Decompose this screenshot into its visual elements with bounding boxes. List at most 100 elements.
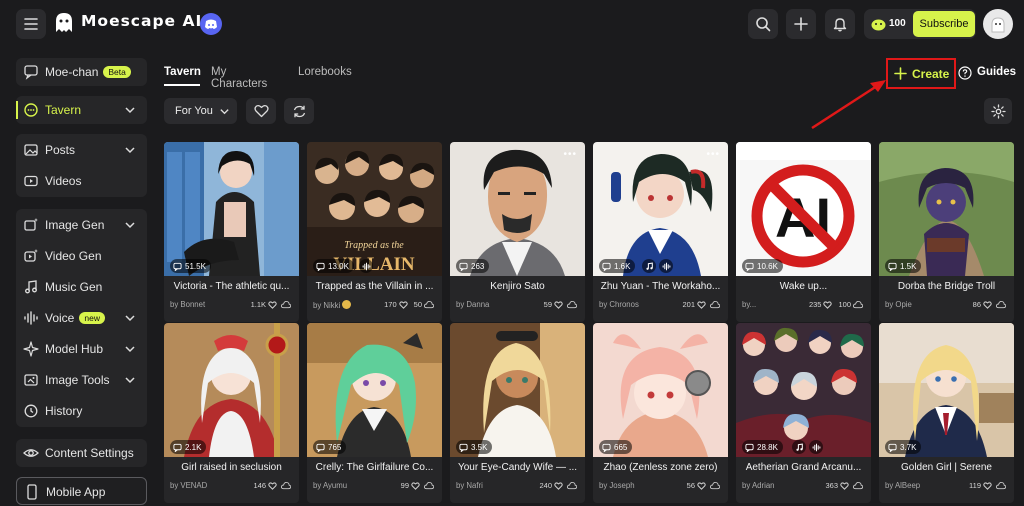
verified-badge-icon [342,300,352,309]
chevron-down-icon[interactable] [124,104,136,116]
logo-icon[interactable] [52,11,76,35]
character-card[interactable]: Trapped as the VILLAIN 13.0K Trapped as … [307,142,442,322]
coin-icon [871,17,886,31]
like-count: 86 [972,300,981,309]
subscribe-button[interactable]: Subscribe [913,11,975,37]
character-card[interactable]: 51.5K Victoria - The athletic qu... by B… [164,142,299,322]
sidebar-item-history[interactable]: History [16,397,147,425]
sidebar-item-video-gen[interactable]: Video Gen [16,242,147,270]
sidebar-item-label: Moe-chan [45,65,99,79]
voice-wave-icon [659,259,673,273]
card-author[interactable]: by VENAD [170,481,207,490]
chat-count-pill: 263 [456,259,490,273]
character-card[interactable]: 1.5K Dorba the Bridge Troll by Opie 86 [879,142,1014,322]
card-title: Zhu Yuan - The Workaho... [600,281,721,292]
sidebar-item-content-settings[interactable]: Content Settings [16,439,147,467]
card-title: Girl raised in seclusion [181,462,282,473]
card-author[interactable]: by Bonnet [170,300,205,309]
character-card[interactable]: ••• 263 Kenjiro Sato by Danna 59 [450,142,585,322]
like-count: 240 [539,481,552,490]
menu-icon[interactable] [16,9,46,39]
character-image [164,323,299,457]
cloud-icon [424,482,434,490]
cloud-icon [281,301,291,309]
chevron-down-icon[interactable] [124,343,136,355]
gear-icon[interactable] [984,98,1012,124]
video-sparkle-icon [23,248,39,264]
chat-count-pill: 51.5K [170,259,211,273]
chat-icon [602,262,611,271]
music-note-icon [642,259,656,273]
help-circle-icon[interactable] [958,66,972,80]
character-card[interactable]: 665 Zhao (Zenless zone zero) by Joseph 5… [593,323,728,503]
discord-icon[interactable] [200,13,222,35]
card-author[interactable]: by Joseph [599,481,635,490]
tab-tavern[interactable]: Tavern [164,66,201,78]
sidebar-item-image-tools[interactable]: Image Tools [16,366,147,394]
sidebar-item-mobile-app[interactable]: Mobile App [16,477,147,505]
sidebar-item-moe-chan[interactable]: Moe-chan Beta [16,58,147,86]
character-card[interactable]: AI 10.6K Wake up... by... 235 100 [736,142,871,322]
chat-count: 765 [328,442,342,452]
character-card[interactable]: 28.8K Aetherian Grand Arcanu... by Adria… [736,323,871,503]
extra-count: 100 [838,300,851,309]
chat-icon [602,443,611,452]
author-name: by Nikki [313,301,341,310]
sidebar-item-tavern[interactable]: Tavern [16,96,147,124]
card-author[interactable]: by Adrian [742,481,775,490]
chevron-down-icon[interactable] [124,374,136,386]
card-author[interactable]: by AlBeep [885,481,920,490]
cloud-icon [710,301,720,309]
character-card[interactable]: 2.1K Girl raised in seclusion by VENAD 1… [164,323,299,503]
card-author[interactable]: by Nikki [313,300,352,310]
card-stats: 235 100 [809,300,865,309]
card-author[interactable]: by Danna [456,300,489,309]
sidebar-item-image-gen[interactable]: Image Gen [16,211,147,239]
chevron-down-icon[interactable] [124,144,136,156]
avatar[interactable] [983,9,1013,39]
chevron-down-icon[interactable] [124,312,136,324]
sort-dropdown[interactable]: For You [164,98,237,124]
search-icon[interactable] [748,9,778,39]
card-author[interactable]: by Chronos [599,300,639,309]
sidebar-item-videos[interactable]: Videos [16,167,147,195]
chat-count: 51.5K [185,261,206,271]
sidebar-item-model-hub[interactable]: Model Hub [16,335,147,363]
card-title: Dorba the Bridge Troll [897,281,996,292]
image-sparkle-icon [23,217,39,233]
chat-icon [459,262,468,271]
cloud-icon [996,482,1006,490]
more-menu-icon[interactable]: ••• [563,149,577,160]
character-card[interactable]: 3.7K Golden Girl | Serene by AlBeep 119 [879,323,1014,503]
card-title: Zhao (Zenless zone zero) [603,462,718,473]
character-card[interactable]: 765 Crelly: The Girlfailure Co... by Ayu… [307,323,442,503]
card-author[interactable]: by Nafri [456,481,483,490]
tab-my-characters[interactable]: My Characters [211,66,267,90]
guides-link[interactable]: Guides [977,66,1016,78]
chat-bubble-icon [23,64,39,80]
like-count: 56 [686,481,695,490]
card-author[interactable]: by Opie [885,300,912,309]
card-stats: 146 [253,481,293,490]
card-author[interactable]: by... [742,300,756,309]
sidebar-item-music-gen[interactable]: Music Gen [16,273,147,301]
card-author[interactable]: by Ayumu [313,481,347,490]
tab-lorebooks[interactable]: Lorebooks [298,66,352,78]
sidebar-item-label: Voice [45,311,75,325]
voice-wave-icon [23,310,39,326]
heart-icon [697,300,706,309]
sidebar-item-posts[interactable]: Posts [16,136,147,164]
sidebar-item-voice[interactable]: Voice new [16,304,147,332]
sidebar-item-label: Videos [45,174,82,188]
bell-icon[interactable] [825,9,855,39]
history-icon [23,403,39,419]
chat-icon [888,443,897,452]
character-card[interactable]: 3.5K Your Eye-Candy Wife — ... by Nafri … [450,323,585,503]
heart-icon[interactable] [246,98,276,124]
more-menu-icon[interactable]: ••• [706,149,720,160]
chevron-down-icon[interactable] [124,219,136,231]
brand-name[interactable]: Moescape AI [81,12,202,30]
plus-icon[interactable] [786,9,816,39]
character-card[interactable]: ••• 1.6K Zhu Yuan - The Workaho... by Ch… [593,142,728,322]
refresh-icon[interactable] [284,98,314,124]
